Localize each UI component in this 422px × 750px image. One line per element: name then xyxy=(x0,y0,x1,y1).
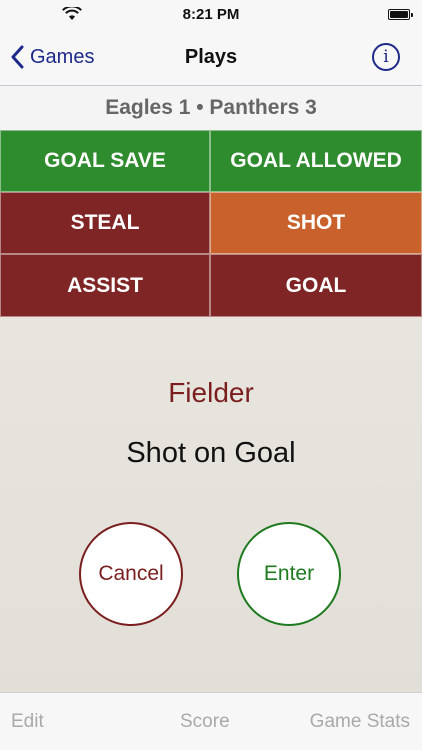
tab-score[interactable]: Score xyxy=(180,711,230,733)
status-time: 8:21 PM xyxy=(182,6,240,23)
tab-bar: Edit Score Game Stats xyxy=(0,692,422,750)
tab-edit[interactable]: Edit xyxy=(11,711,44,733)
back-button[interactable]: Games xyxy=(10,40,94,74)
navigation-bar: Games Plays i xyxy=(0,30,422,86)
play-button-goal[interactable]: GOAL xyxy=(210,254,422,317)
tab-game-stats[interactable]: Game Stats xyxy=(310,711,410,733)
back-button-label: Games xyxy=(30,45,95,68)
selected-play: Shot on Goal xyxy=(126,437,296,469)
cancel-button[interactable]: Cancel xyxy=(79,522,183,626)
player-role: Fielder xyxy=(168,377,254,408)
battery-icon xyxy=(388,9,413,20)
status-bar: 8:21 PM xyxy=(0,0,422,30)
chevron-left-icon xyxy=(11,45,24,69)
play-detail-panel: Fielder Shot on Goal Cancel Enter xyxy=(0,317,422,692)
info-icon[interactable]: i xyxy=(372,43,400,71)
play-button-assist[interactable]: ASSIST xyxy=(0,254,210,317)
score-line: Eagles 1 • Panthers 3 xyxy=(0,86,422,130)
play-button-steal[interactable]: STEAL xyxy=(0,192,210,254)
play-button-goal-allowed[interactable]: GOAL ALLOWED xyxy=(210,130,422,192)
play-button-goal-save[interactable]: GOAL SAVE xyxy=(0,130,210,192)
play-button-shot[interactable]: SHOT xyxy=(210,192,422,254)
enter-button[interactable]: Enter xyxy=(237,522,341,626)
play-grid: GOAL SAVE GOAL ALLOWED STEAL SHOT ASSIST… xyxy=(0,130,422,317)
